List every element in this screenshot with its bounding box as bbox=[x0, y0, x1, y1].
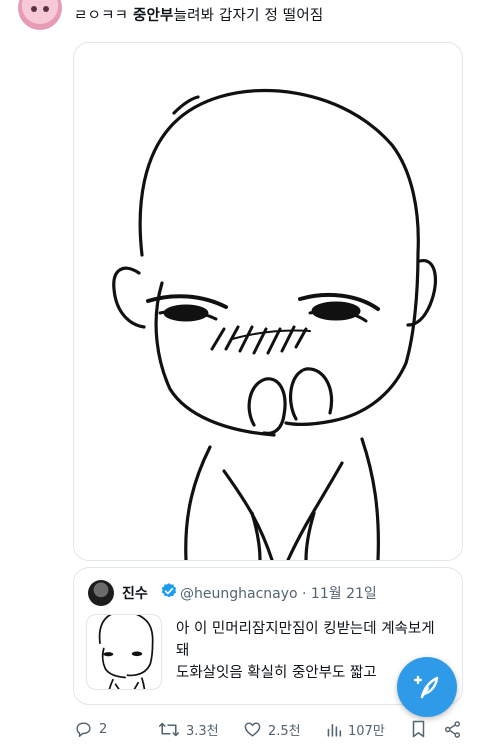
share-icon bbox=[444, 720, 461, 738]
post-text: ㄹㅇㅋㅋ 중안부늘려봐 갑자기 정 떨어짐 bbox=[74, 4, 323, 25]
quote-text-line: 돼 bbox=[176, 643, 190, 659]
views-button[interactable]: 107만 bbox=[326, 714, 385, 744]
retweet-count: 3.3천 bbox=[186, 723, 219, 739]
like-button[interactable]: 2.5천 bbox=[243, 714, 301, 744]
reply-button[interactable]: 2 bbox=[74, 714, 107, 744]
compose-button[interactable] bbox=[397, 657, 457, 717]
reply-count: 2 bbox=[99, 721, 108, 737]
quote-thumbnail[interactable] bbox=[86, 614, 162, 690]
quote-avatar[interactable] bbox=[88, 580, 114, 606]
compose-icon bbox=[413, 675, 439, 699]
view-count: 107만 bbox=[348, 723, 385, 739]
bookmark-icon bbox=[412, 720, 425, 738]
views-icon bbox=[327, 723, 342, 737]
reply-icon bbox=[76, 721, 91, 737]
author-avatar[interactable] bbox=[18, 0, 62, 30]
tweet-action-bar: 2 3.3천 2.5천 107만 bbox=[0, 714, 480, 748]
thumbnail-drawing bbox=[98, 615, 154, 689]
avatar-eye bbox=[31, 6, 37, 12]
verified-icon bbox=[161, 583, 177, 598]
post-text-suffix: 늘려봐 갑자기 정 떨어짐 bbox=[173, 8, 324, 24]
quote-author-name[interactable]: 진수 bbox=[122, 583, 148, 603]
post-text-prefix: ㄹㅇㅋㅋ bbox=[74, 8, 133, 24]
like-icon bbox=[244, 721, 261, 737]
quote-text-line: 아 이 민머리잠지만짐이 킹받는데 계속보게 bbox=[176, 621, 435, 637]
retweet-button[interactable]: 3.3천 bbox=[158, 714, 219, 744]
post-text-bold: 중안부 bbox=[132, 8, 174, 24]
post-media[interactable] bbox=[73, 42, 463, 561]
cartoon-drawing bbox=[74, 43, 462, 560]
bookmark-button[interactable] bbox=[410, 714, 427, 744]
avatar-eye bbox=[43, 6, 49, 12]
like-count: 2.5천 bbox=[268, 723, 301, 739]
retweet-icon bbox=[158, 722, 180, 736]
quote-handle-date: @heunghacnayo · 11월 21일 bbox=[180, 586, 377, 602]
share-button[interactable] bbox=[443, 714, 462, 744]
